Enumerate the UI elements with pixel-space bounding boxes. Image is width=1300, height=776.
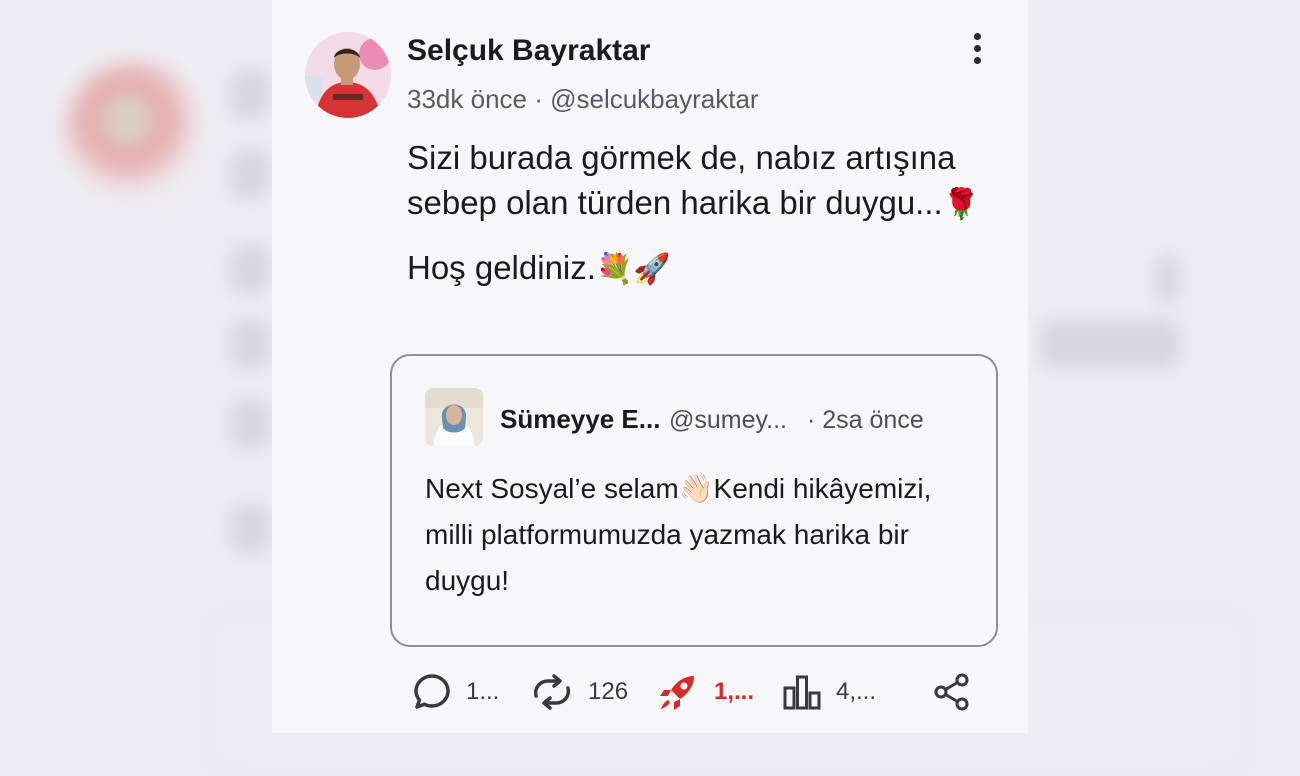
more-vertical-icon-dot xyxy=(973,56,981,64)
boost-button[interactable]: 1,... xyxy=(656,664,754,720)
blurred-text xyxy=(230,245,270,293)
post-body: Sizi burada görmek de, nabız artışına se… xyxy=(407,135,987,292)
more-options-button[interactable] xyxy=(962,30,992,66)
post-panel: Selçuk Bayraktar 33dk önce · @selcukbayr… xyxy=(272,0,1028,733)
waving-hand-emoji: 👋🏻 xyxy=(678,473,714,504)
reply-count: 1... xyxy=(466,678,500,705)
repost-icon xyxy=(533,674,571,710)
action-bar: 1... 126 1,... 4,... xyxy=(272,664,1028,720)
blurred-text xyxy=(230,400,270,448)
views-button[interactable]: 4,... xyxy=(782,664,876,720)
boost-count: 1,... xyxy=(714,678,755,705)
quoted-author-avatar[interactable] xyxy=(425,388,483,446)
quoted-author-handle[interactable]: @sumey... xyxy=(669,406,787,435)
rocket-icon xyxy=(660,676,694,710)
post-paragraph: Hoş geldiniz.💐🚀 xyxy=(407,245,987,292)
post-paragraph: Sizi burada görmek de, nabız artışına se… xyxy=(407,135,987,227)
share-button[interactable] xyxy=(932,664,972,720)
quoted-post-card[interactable]: Sümeyye E... @sumey... · 2sa önce Next S… xyxy=(390,354,998,647)
quoted-author-name[interactable]: Sümeyye E... xyxy=(500,404,660,435)
blurred-text xyxy=(230,320,270,368)
more-vertical-icon xyxy=(973,32,981,40)
quoted-author-avatar-image xyxy=(425,388,483,446)
share-icon xyxy=(934,673,969,711)
bar-chart-icon xyxy=(783,675,821,710)
author-name[interactable]: Selçuk Bayraktar xyxy=(407,34,651,68)
post-meta: 33dk önce · @selcukbayraktar xyxy=(407,84,759,114)
author-avatar[interactable] xyxy=(305,32,391,118)
rose-emoji: 🌹 xyxy=(942,188,981,221)
bouquet-rocket-emoji: 💐🚀 xyxy=(595,253,671,286)
blurred-text xyxy=(230,150,270,198)
repost-count: 126 xyxy=(588,678,629,705)
post-paragraph-text: Hoş geldiniz. xyxy=(407,249,596,286)
more-vertical-icon-dot xyxy=(973,44,981,52)
comment-icon xyxy=(414,674,450,709)
views-count: 4,... xyxy=(836,678,877,705)
blurred-avatar xyxy=(60,60,210,210)
quoted-text-part: Next Sosyal’e selam xyxy=(425,473,679,504)
quoted-post-time: · 2sa önce xyxy=(807,406,924,434)
repost-button[interactable]: 126 xyxy=(530,664,628,720)
author-avatar-image xyxy=(305,32,391,118)
blurred-text xyxy=(230,70,270,118)
blurred-text xyxy=(1155,255,1180,303)
blurred-text xyxy=(1040,320,1180,368)
reply-button[interactable]: 1... xyxy=(412,664,499,720)
post-paragraph-text: Sizi burada görmek de, nabız artışına se… xyxy=(407,139,956,221)
blurred-text xyxy=(230,505,270,553)
quoted-post-text: Next Sosyal’e selam👋🏻Kendi hikâyemizi, m… xyxy=(425,466,965,604)
